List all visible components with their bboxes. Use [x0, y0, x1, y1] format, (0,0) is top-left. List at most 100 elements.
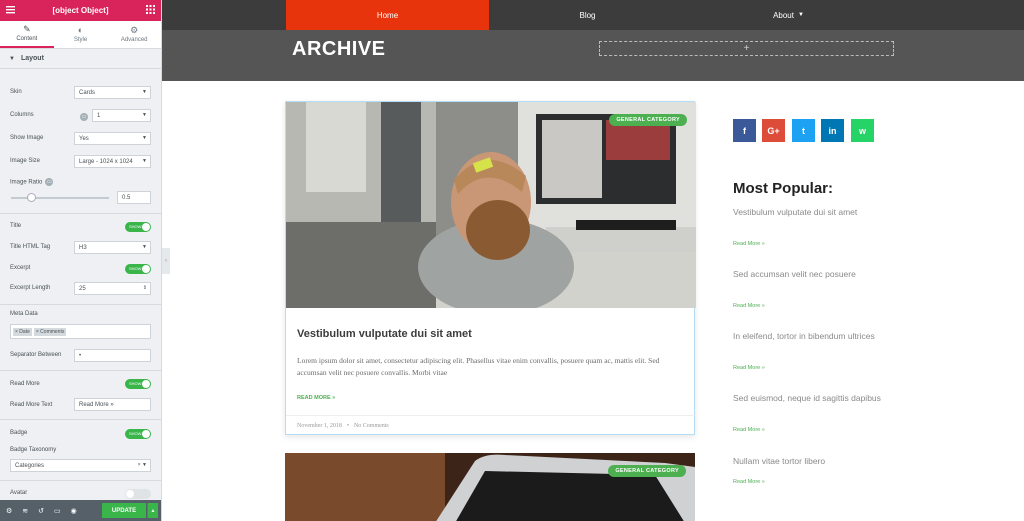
- editor-app: [object Object] ✎ Content ◐ Style ⚙ Advance…: [0, 0, 1024, 521]
- most-popular-heading: Most Popular:: [733, 180, 833, 197]
- image-ratio-label: Image Ratio ▭: [10, 178, 151, 186]
- nav-about-label: About: [773, 10, 794, 20]
- avatar-toggle[interactable]: [125, 489, 151, 499]
- badge-toggle-state: SHOW: [129, 431, 142, 436]
- main-nav: Home Blog About ▼: [162, 0, 1024, 30]
- panel-header: [object Object]: [0, 0, 161, 21]
- columns-value: 1: [97, 112, 101, 119]
- image-ratio-track[interactable]: [11, 197, 109, 199]
- read-more-text-value: Read More »: [79, 401, 114, 408]
- excerpt-toggle[interactable]: SHOW: [125, 264, 151, 274]
- nav-home[interactable]: Home: [286, 0, 489, 30]
- responsive-mode-icon[interactable]: ▭: [54, 507, 61, 515]
- history-icon[interactable]: ↺: [38, 507, 44, 515]
- columns-select[interactable]: 1 ▼: [92, 109, 151, 122]
- divider: [0, 419, 161, 420]
- tab-advanced[interactable]: ⚙ Advanced: [107, 21, 161, 48]
- read-more-link[interactable]: READ MORE »: [297, 395, 335, 401]
- widgets-grid-icon[interactable]: [146, 5, 155, 16]
- tab-style[interactable]: ◐ Style: [54, 21, 108, 48]
- tab-style-label: Style: [73, 37, 88, 43]
- post-image-art: [286, 102, 696, 308]
- chevron-down-icon: ▼: [142, 89, 147, 95]
- popular-post-title[interactable]: Vestibulum vulputate dui sit amet: [733, 207, 893, 218]
- nav-about[interactable]: About ▼: [686, 0, 891, 30]
- tab-advanced-label: Advanced: [120, 37, 148, 43]
- section-layout[interactable]: ▼ Layout: [0, 49, 161, 69]
- meta-data-select[interactable]: × Date × Comments: [10, 324, 151, 339]
- skin-select[interactable]: Cards ▼: [74, 86, 151, 99]
- nav-blog[interactable]: Blog: [489, 0, 686, 30]
- post-comments[interactable]: No Comments: [354, 423, 389, 429]
- save-options-caret-icon[interactable]: ▲: [147, 503, 158, 518]
- chevron-down-icon: ▼: [142, 244, 147, 250]
- popular-post-title[interactable]: Sed accumsan velit nec posuere: [733, 269, 893, 280]
- category-badge[interactable]: GENERAL CATEGORY: [609, 114, 687, 126]
- gear-icon: ⚙: [130, 25, 139, 35]
- site-preview: Home Blog About ▼ ARCHIVE + GENERAL CATE…: [162, 0, 1024, 521]
- badge-taxonomy-select[interactable]: Categories × ▼: [10, 459, 151, 472]
- meta-data-label: Meta Data: [10, 311, 38, 317]
- popular-post-title[interactable]: In eleifend, tortor in bibendum ultrices: [733, 331, 893, 342]
- plus-icon: +: [743, 43, 750, 54]
- image-ratio-handle[interactable]: [27, 193, 36, 202]
- excerpt-length-value: 25: [79, 285, 86, 292]
- popular-read-more[interactable]: Read More »: [733, 479, 765, 485]
- separator-value: •: [79, 352, 82, 359]
- category-badge[interactable]: GENERAL CATEGORY: [608, 465, 686, 477]
- meta-tag-date[interactable]: × Date: [13, 327, 32, 336]
- add-element-area[interactable]: +: [599, 41, 894, 56]
- badge-toggle[interactable]: SHOW: [125, 429, 151, 439]
- show-image-select[interactable]: Yes ▼: [74, 132, 151, 145]
- whatsapp-icon[interactable]: w: [851, 119, 874, 142]
- popular-read-more[interactable]: Read More »: [733, 241, 765, 247]
- update-button[interactable]: UPDATE: [102, 503, 146, 518]
- tab-content[interactable]: ✎ Content: [0, 21, 54, 48]
- title-tag-select[interactable]: H3 ▼: [74, 241, 151, 254]
- google-plus-icon[interactable]: G+: [762, 119, 785, 142]
- popular-read-more[interactable]: Read More »: [733, 365, 765, 371]
- twitter-icon[interactable]: t: [792, 119, 815, 142]
- layers-icon[interactable]: ≋: [22, 507, 28, 515]
- post-card[interactable]: GENERAL CATEGORY: [285, 453, 695, 521]
- toggle-knob: [142, 265, 150, 273]
- popular-post-title[interactable]: Nullam vitae tortor libero: [733, 456, 893, 467]
- responsive-icon[interactable]: ▭: [45, 178, 54, 186]
- clear-chevron-icon[interactable]: × ▼: [138, 462, 147, 468]
- excerpt-length-input[interactable]: 25 ⇕: [74, 282, 151, 295]
- linkedin-icon[interactable]: in: [821, 119, 844, 142]
- image-ratio-text: Image Ratio: [10, 179, 43, 186]
- show-image-value: Yes: [79, 135, 89, 142]
- settings-icon[interactable]: ⚙: [6, 507, 12, 515]
- image-ratio-input[interactable]: 0.5: [117, 191, 151, 204]
- title-toggle-state: SHOW: [129, 224, 142, 229]
- read-more-toggle[interactable]: SHOW: [125, 379, 151, 389]
- meta-tag-comments[interactable]: × Comments: [33, 327, 67, 336]
- post-title[interactable]: Vestibulum vulputate dui sit amet: [297, 328, 472, 340]
- preview-eye-icon[interactable]: ◉: [71, 507, 77, 515]
- contrast-icon: ◐: [77, 25, 84, 35]
- separator-input[interactable]: •: [74, 349, 151, 362]
- post-card[interactable]: GENERAL CATEGORY Vestibulum vulputate du…: [285, 101, 696, 435]
- divider: [0, 304, 161, 305]
- responsive-icon[interactable]: ▭: [80, 113, 88, 121]
- hamburger-icon[interactable]: [6, 5, 15, 16]
- panel-footer: ⚙ ≋ ↺ ▭ ◉ UPDATE ▲: [0, 500, 161, 521]
- meta-separator: •: [346, 423, 349, 429]
- chevron-down-icon: ▼: [797, 12, 804, 18]
- popular-post-title[interactable]: Sed euismod, neque id sagittis dapibus: [733, 393, 893, 404]
- editor-panel: [object Object] ✎ Content ◐ Style ⚙ Advance…: [0, 0, 162, 521]
- caret-down-icon: ▼: [9, 55, 15, 62]
- title-toggle[interactable]: SHOW: [125, 222, 151, 232]
- popular-read-more[interactable]: Read More »: [733, 427, 765, 433]
- post-image[interactable]: GENERAL CATEGORY: [286, 102, 696, 308]
- read-more-text-input[interactable]: Read More »: [74, 398, 151, 411]
- skin-value: Cards: [79, 89, 96, 96]
- popular-read-more[interactable]: Read More »: [733, 303, 765, 309]
- facebook-icon[interactable]: f: [733, 119, 756, 142]
- image-size-select[interactable]: Large - 1024 x 1024 ▼: [74, 155, 151, 168]
- nav-home-label: Home: [376, 10, 399, 20]
- nav-blog-label: Blog: [579, 10, 596, 20]
- post-excerpt: Lorem ipsum dolor sit amet, consectetur …: [297, 356, 660, 377]
- stepper-icon[interactable]: ⇕: [143, 285, 147, 291]
